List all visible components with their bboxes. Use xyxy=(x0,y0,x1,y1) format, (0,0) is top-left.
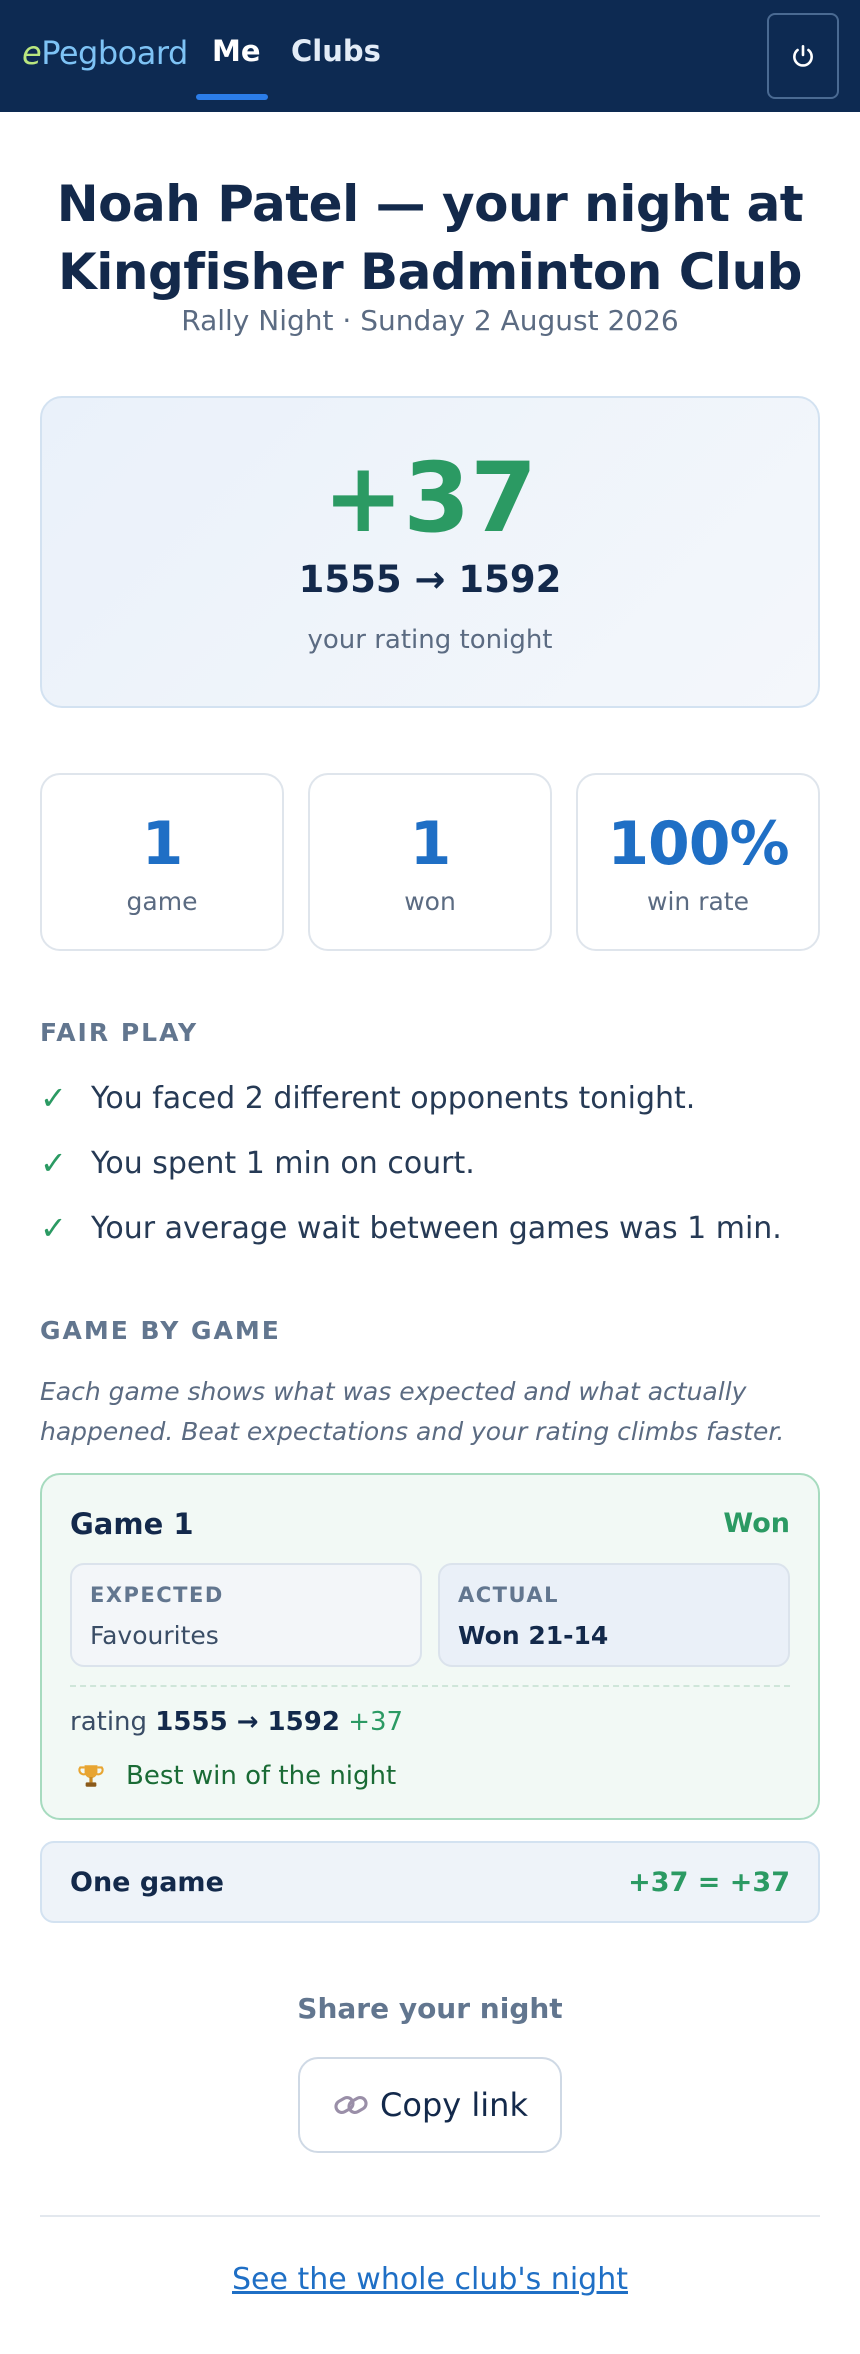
rating-summary-card: +37 1555 → 1592 your rating tonight xyxy=(40,396,820,708)
copy-link-label: Copy link xyxy=(380,2086,528,2124)
game-result: Won xyxy=(723,1508,790,1539)
stat-games-label: game xyxy=(126,887,198,916)
stat-games: 1 game xyxy=(40,773,284,951)
top-bar: ePegboard Me Clubs xyxy=(0,0,860,112)
club-night-link[interactable]: See the whole club's night xyxy=(0,2262,860,2297)
stat-won-value: 1 xyxy=(409,809,452,879)
games-total-card: One game +37 = +37 xyxy=(40,1841,820,1923)
brand-logo-e: e xyxy=(22,34,42,72)
best-win-text: Best win of the night xyxy=(126,1761,397,1791)
page-title: Noah Patel — your night at Kingfisher Ba… xyxy=(56,175,804,301)
check-icon: ✓ xyxy=(40,1144,67,1182)
game-card: Game 1 Won EXPECTED Favourites ACTUAL Wo… xyxy=(40,1473,820,1820)
game-by-game-heading: GAME BY GAME xyxy=(40,1316,281,1345)
link-icon xyxy=(334,2096,368,2114)
stat-win-rate: 100% win rate xyxy=(576,773,820,951)
brand-logo-text: Pegboard xyxy=(41,34,188,72)
footer-divider xyxy=(40,2215,820,2217)
stat-games-value: 1 xyxy=(141,809,184,879)
rating-caption: your rating tonight xyxy=(307,625,553,655)
sign-out-button[interactable] xyxy=(767,13,839,99)
actual-value: Won 21-14 xyxy=(458,1621,609,1650)
stat-win-rate-label: win rate xyxy=(647,887,749,916)
stat-win-rate-value: 100% xyxy=(607,809,789,879)
nav-active-indicator xyxy=(196,94,268,100)
fair-play-text: You faced 2 different opponents tonight. xyxy=(91,1080,696,1116)
game-divider xyxy=(70,1685,790,1687)
game-rating-prefix: rating xyxy=(70,1707,148,1737)
fair-play-text: Your average wait between games was 1 mi… xyxy=(91,1210,782,1246)
brand-logo[interactable]: ePegboard xyxy=(22,34,188,72)
check-icon: ✓ xyxy=(40,1079,67,1117)
game-rating-range: 1555 → 1592 xyxy=(155,1707,340,1737)
game-title: Game 1 xyxy=(70,1507,194,1541)
rating-range: 1555 → 1592 xyxy=(298,558,562,601)
games-total-label: One game xyxy=(70,1867,224,1898)
expected-value: Favourites xyxy=(90,1621,219,1650)
copy-link-button[interactable]: Copy link xyxy=(298,2057,562,2153)
game-by-game-intro: Each game shows what was expected and wh… xyxy=(40,1377,785,1446)
game-rating-line: rating 1555 → 1592 +37 xyxy=(70,1707,403,1737)
check-icon: ✓ xyxy=(40,1209,67,1247)
game-rating-delta: +37 xyxy=(348,1707,404,1737)
fair-play-heading: FAIR PLAY xyxy=(40,1018,199,1047)
trophy-icon xyxy=(78,1765,104,1787)
actual-box: ACTUAL Won 21-14 xyxy=(438,1563,790,1667)
best-win-badge: Best win of the night xyxy=(70,1761,396,1791)
fair-play-item: ✓ You spent 1 min on court. xyxy=(40,1143,475,1183)
fair-play-item: ✓ You faced 2 different opponents tonigh… xyxy=(40,1078,695,1118)
fair-play-text: You spent 1 min on court. xyxy=(91,1145,475,1181)
power-icon xyxy=(793,44,813,67)
share-heading: Share your night xyxy=(297,1992,563,2025)
stat-won-label: won xyxy=(404,887,456,916)
nav-tab-clubs[interactable]: Clubs xyxy=(291,34,381,68)
expected-box: EXPECTED Favourites xyxy=(70,1563,422,1667)
expected-label: EXPECTED xyxy=(90,1583,224,1607)
nav-tab-me[interactable]: Me xyxy=(212,34,261,68)
rating-delta: +37 xyxy=(322,442,538,554)
stat-won: 1 won xyxy=(308,773,552,951)
actual-label: ACTUAL xyxy=(458,1583,560,1607)
page-subtitle: Rally Night · Sunday 2 August 2026 xyxy=(181,304,679,337)
games-total-sum: +37 = +37 xyxy=(628,1867,790,1898)
fair-play-item: ✓ Your average wait between games was 1 … xyxy=(40,1208,782,1248)
